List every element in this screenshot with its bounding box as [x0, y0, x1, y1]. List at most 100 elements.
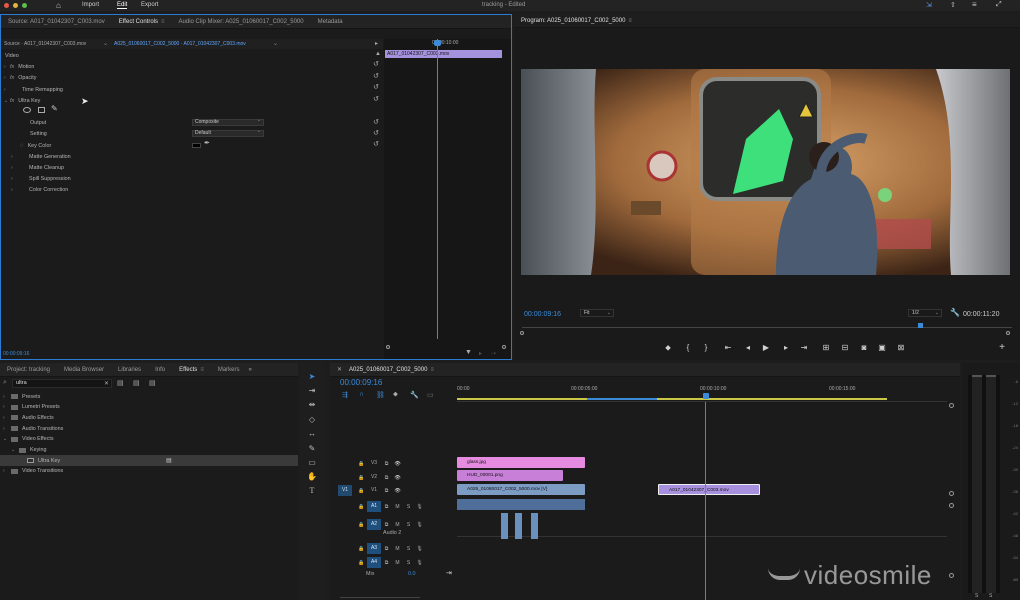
playback-resolution-dropdown[interactable]: 1/2 ⌄: [908, 309, 942, 317]
tab-markers[interactable]: Markers: [211, 367, 247, 373]
track-lock-icon[interactable]: 🔒: [356, 560, 367, 566]
solo-track-button[interactable]: S: [403, 504, 414, 510]
track-select-tool-icon[interactable]: ⇥: [305, 385, 319, 397]
expand-icon[interactable]: ›: [3, 426, 9, 432]
track-lock-icon[interactable]: 🔒: [356, 488, 367, 494]
tab-sequence[interactable]: A025_01060017_C002_5000 ≡: [349, 367, 441, 373]
clear-search-icon[interactable]: ✕: [104, 380, 109, 387]
tab-libraries[interactable]: Libraries: [111, 367, 148, 373]
toggle-output-eye-icon[interactable]: 👁: [392, 475, 403, 481]
source-patch[interactable]: [338, 472, 352, 483]
go-to-in-icon[interactable]: ⇤: [722, 343, 734, 352]
solo-left-button[interactable]: S: [975, 593, 978, 599]
type-tool-icon[interactable]: T: [305, 485, 319, 497]
collapse-icon[interactable]: ⌄: [3, 436, 9, 442]
expand-icon[interactable]: ›: [4, 87, 10, 93]
tab-metadata[interactable]: Metadata: [311, 19, 350, 25]
mark-in-icon[interactable]: {: [682, 343, 694, 352]
loop-audio-icon[interactable]: ⇢: [491, 350, 496, 357]
group-matte-cleanup[interactable]: › Matte Cleanup: [11, 162, 64, 173]
reset-icon[interactable]: ↺: [372, 141, 380, 149]
mix-end-icon[interactable]: ⇥: [446, 569, 452, 577]
hand-tool-icon[interactable]: ✋: [305, 471, 319, 483]
eyedropper-icon[interactable]: ✒: [204, 139, 210, 147]
pen-tool-icon[interactable]: ✎: [305, 443, 319, 455]
nest-toggle-icon[interactable]: ⇶: [342, 391, 348, 399]
sync-lock-icon[interactable]: ⧉: [381, 560, 392, 566]
horizontal-scrollbar[interactable]: [340, 594, 420, 598]
tab-project[interactable]: Project: tracking: [0, 367, 57, 373]
track-target[interactable]: A2: [367, 519, 381, 530]
source-patch[interactable]: [338, 501, 352, 512]
tab-audio-clip-mixer[interactable]: Audio Clip Mixer: A025_01060017_C002_500…: [172, 19, 311, 25]
slip-tool-icon[interactable]: ↔: [305, 428, 319, 440]
fx-toggle-icon[interactable]: fx: [10, 64, 14, 70]
mix-volume-value[interactable]: 0.0: [408, 571, 416, 577]
go-to-out-icon[interactable]: ⇥: [798, 343, 810, 352]
vertical-zoom-handle[interactable]: [949, 573, 954, 578]
clip-a017-video[interactable]: A017_01042307_C003.mov: [658, 484, 760, 495]
track-target[interactable]: V2: [367, 472, 381, 483]
sync-lock-icon[interactable]: ⧉: [381, 504, 392, 510]
play-icon[interactable]: ▶: [760, 343, 772, 352]
program-timecode[interactable]: 00:00:09:16: [524, 311, 561, 318]
zoom-handle-left[interactable]: [386, 345, 390, 349]
effect-controls-timecode[interactable]: 00:00:09:16: [3, 351, 29, 357]
reset-icon[interactable]: ↺: [372, 73, 380, 81]
output-dropdown[interactable]: Composite: [192, 118, 264, 126]
ripple-edit-tool-icon[interactable]: ⇹: [305, 399, 319, 411]
effect-clip-bar[interactable]: A017_01042307_C003.mov: [385, 50, 502, 58]
vertical-zoom-handle[interactable]: [949, 503, 954, 508]
program-video-frame[interactable]: [521, 69, 1010, 275]
lift-icon[interactable]: ⊞: [820, 343, 832, 352]
expand-icon[interactable]: ›: [3, 468, 9, 474]
timeline-timecode[interactable]: 00:00:09:16: [340, 378, 382, 387]
home-icon[interactable]: ⌂: [56, 1, 61, 10]
chevron-down-icon[interactable]: ⌄: [273, 40, 278, 47]
captions-icon[interactable]: ▭: [427, 391, 434, 399]
voice-over-record-icon[interactable]: 🎙: [414, 504, 425, 510]
effect-row-ultra-key[interactable]: ⌄ fx Ultra Key: [4, 95, 40, 106]
sync-lock-icon[interactable]: ⧉: [381, 522, 392, 528]
mute-track-button[interactable]: M: [392, 522, 403, 528]
rectangle-tool-icon[interactable]: ▭: [305, 457, 319, 469]
menu-import[interactable]: Import: [82, 2, 99, 8]
fx-toggle-icon[interactable]: fx: [10, 75, 14, 81]
source-patch[interactable]: [338, 519, 352, 530]
maximize-window-icon[interactable]: [22, 3, 27, 8]
add-marker-icon[interactable]: ⬥: [393, 391, 398, 399]
button-editor-icon[interactable]: +: [996, 342, 1008, 353]
add-marker-icon[interactable]: ⬥: [662, 343, 674, 353]
step-back-icon[interactable]: ◂: [742, 343, 754, 352]
stopwatch-icon[interactable]: ◌: [20, 143, 24, 149]
setting-dropdown[interactable]: Default: [192, 129, 264, 137]
clip-hud[interactable]: HUD_00001.png: [457, 470, 563, 481]
vertical-zoom-handle[interactable]: [949, 403, 954, 408]
32bit-effects-icon[interactable]: ▤: [133, 379, 140, 387]
playhead-handle[interactable]: [434, 40, 441, 46]
audio-clip-segment[interactable]: [515, 513, 522, 539]
ellipse-mask-icon[interactable]: [23, 107, 31, 113]
source-patch[interactable]: [338, 458, 352, 469]
clip-glass[interactable]: glass.jpg: [457, 457, 585, 468]
effects-tree-item[interactable]: ⌄ Video Effects: [0, 434, 298, 445]
clip-a025-video[interactable]: A025_01060017_C002_5000.mov [V]: [457, 484, 585, 495]
vertical-zoom-handle[interactable]: [949, 491, 954, 496]
menu-export[interactable]: Export: [141, 2, 158, 8]
track-lock-icon[interactable]: 🔒: [356, 522, 367, 528]
group-matte-generation[interactable]: › Matte Generation: [11, 151, 71, 162]
track-target[interactable]: A4: [367, 557, 381, 568]
yuv-effects-icon[interactable]: ▤: [149, 379, 156, 387]
tab-info[interactable]: Info: [148, 367, 172, 373]
program-scrub-bar[interactable]: [522, 323, 1012, 328]
play-audio-icon[interactable]: ▸: [479, 350, 482, 357]
share-icon[interactable]: ⇧: [950, 1, 956, 9]
linked-selection-icon[interactable]: ⛓: [376, 391, 385, 399]
effects-search-input[interactable]: ultra: [12, 379, 112, 388]
snap-icon[interactable]: ∩: [359, 391, 364, 398]
track-target[interactable]: A3: [367, 543, 381, 554]
quick-export-icon[interactable]: ⇲: [926, 1, 932, 9]
mute-track-button[interactable]: M: [392, 504, 403, 510]
effect-row-time-remapping[interactable]: › Time Remapping: [4, 84, 63, 95]
reset-icon[interactable]: ↺: [372, 61, 380, 69]
